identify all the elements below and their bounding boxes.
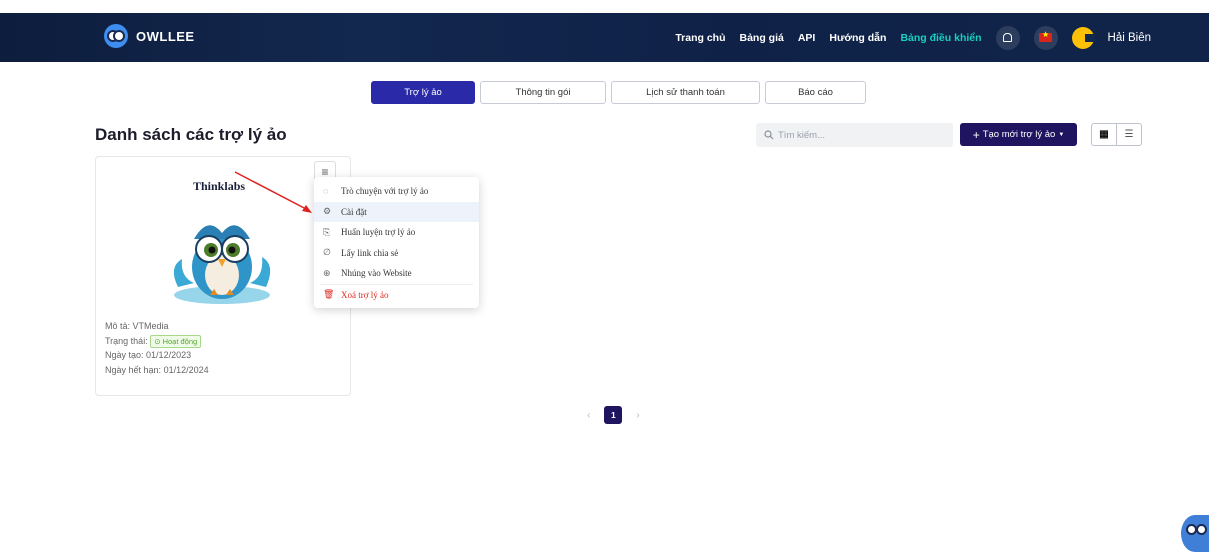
menu-delete-assistant[interactable]: 🗑 Xoá trợ lý ảo [314, 285, 479, 306]
list-view-icon[interactable]: ☰ [1117, 124, 1141, 145]
nav-api[interactable]: API [798, 32, 816, 44]
notification-button[interactable] [995, 25, 1020, 50]
search-icon [764, 130, 774, 140]
chat-icon: ◌ [323, 186, 329, 197]
nav-home[interactable]: Trang chủ [675, 32, 725, 44]
avatar[interactable] [1071, 26, 1095, 49]
create-assistant-button[interactable]: + Tạo mới trợ lý ảo ▼ [960, 123, 1077, 146]
nav-guide[interactable]: Hướng dẫn [829, 32, 886, 44]
globe-icon: ⊕ [323, 267, 331, 278]
owl-logo-icon [104, 24, 128, 48]
tab-bar: Trợ lý ảo Thông tin gói Lịch sử thanh to… [371, 81, 866, 104]
search-placeholder: Tìm kiếm... [778, 129, 825, 141]
create-assistant-label: Tạo mới trợ lý ảo [982, 129, 1056, 140]
trash-icon: 🗑 [323, 289, 335, 300]
caret-down-icon: ▼ [1058, 131, 1065, 138]
menu-embed-website[interactable]: ⊕ Nhúng vào Website [314, 263, 479, 284]
chat-widget-button[interactable] [1181, 515, 1209, 552]
page-number[interactable]: 1 [604, 406, 623, 424]
annotation-arrow [234, 171, 312, 213]
created-date: 01/12/2023 [146, 350, 192, 360]
tab-payment-history[interactable]: Lịch sử thanh toán [611, 81, 760, 104]
description-value: VTMedia [132, 321, 169, 331]
main-nav: Trang chủ Bảng giá API Hướng dẫn Bảng đi… [675, 13, 1151, 62]
gear-icon: ⚙ [323, 206, 332, 217]
expiry-date-row: Ngày hết hạn: 01/12/2024 [105, 364, 209, 375]
nav-pricing[interactable]: Bảng giá [740, 32, 784, 44]
tab-reports[interactable]: Báo cáo [765, 81, 866, 104]
owl-mascot-image [173, 225, 271, 304]
tab-assistants[interactable]: Trợ lý ảo [371, 81, 475, 104]
menu-settings[interactable]: ⚙ Cài đặt [314, 201, 479, 222]
tab-package-info[interactable]: Thông tin gói [480, 81, 606, 104]
menu-train-assistant[interactable]: ⎘ Huấn luyện trợ lý ảo [314, 222, 479, 243]
prev-page-icon[interactable]: ‹ [587, 410, 590, 421]
search-input[interactable]: Tìm kiếm... [756, 123, 953, 147]
vietnam-flag-icon [1039, 30, 1053, 42]
expiry-date: 01/12/2024 [163, 364, 209, 375]
card-dropdown-menu: ◌ Trò chuyện với trợ lý ảo ⚙ Cài đặt ⎘ Huấn… [314, 177, 479, 308]
status-row: Trạng thái: ⊙ Hoạt động [105, 334, 209, 349]
link-icon: ∅ [323, 247, 331, 258]
status-badge: ⊙ Hoạt động [150, 334, 202, 348]
next-page-icon[interactable]: › [636, 410, 639, 421]
pagination: ‹ 1 › [587, 406, 640, 424]
brand-name: OWLLEE [136, 28, 195, 44]
menu-share-link[interactable]: ∅ Lấy link chia sẻ [314, 243, 479, 264]
view-toggle: ▦ ☰ [1091, 123, 1142, 146]
train-icon: ⎘ [323, 226, 331, 237]
brand-logo[interactable]: OWLLEE [104, 24, 195, 48]
page-title: Danh sách các trợ lý ảo [95, 125, 287, 144]
bell-icon [1003, 33, 1013, 42]
assistant-info: Mô tả: VTMedia Trạng thái: ⊙ Hoạt động N… [105, 319, 209, 377]
plus-icon: + [972, 127, 980, 142]
created-date-row: Ngày tạo: 01/12/2023 [105, 350, 192, 360]
top-navbar: OWLLEE Trang chủ Bảng giá API Hướng dẫn … [0, 13, 1209, 62]
description-row: Mô tả: VTMedia [105, 321, 169, 331]
grid-view-icon[interactable]: ▦ [1092, 124, 1117, 145]
user-name[interactable]: Hải Biên [1108, 32, 1151, 44]
menu-chat-with-assistant[interactable]: ◌ Trò chuyện với trợ lý ảo [314, 181, 479, 202]
nav-dashboard[interactable]: Bảng điều khiển [900, 32, 981, 44]
language-button[interactable] [1033, 25, 1058, 50]
